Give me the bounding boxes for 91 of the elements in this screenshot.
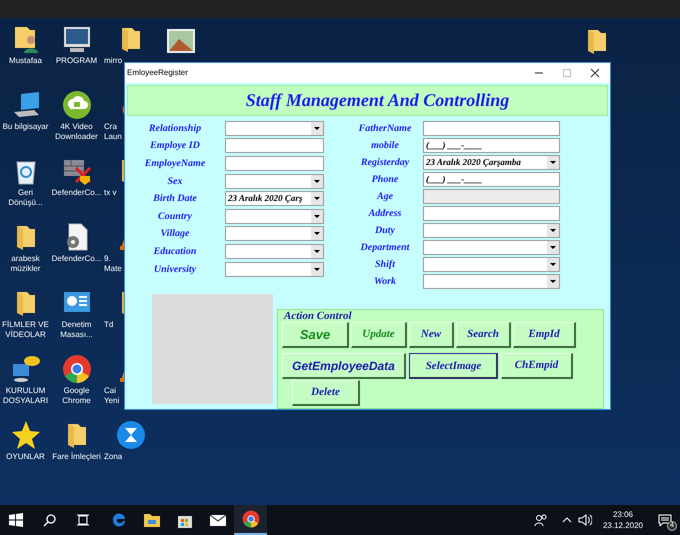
text-field[interactable]	[225, 156, 324, 171]
message-icon	[658, 514, 672, 526]
desktop-icon-label[interactable]: Cra Laun	[104, 122, 128, 142]
group-title: Action Control	[282, 310, 353, 322]
dropdown-field[interactable]	[225, 174, 324, 189]
computer-speech-icon	[10, 354, 40, 384]
field-label: mobile	[371, 139, 399, 153]
desktop-icon-label[interactable]: 9. Mate	[104, 254, 128, 274]
field-label: EmployeName	[144, 156, 206, 171]
desktop-icon-label[interactable]: Google Chrome	[51, 386, 102, 406]
action-button[interactable]: GetEmployeeData	[282, 353, 406, 379]
window-title: EmloyeeRegister	[126, 66, 189, 79]
field-label: Shift	[374, 258, 395, 272]
dropdown-field[interactable]	[423, 274, 560, 289]
star-icon	[10, 420, 40, 450]
people-icon[interactable]	[534, 513, 548, 527]
field-label: Phone	[372, 173, 398, 187]
text-field[interactable]	[225, 138, 324, 154]
monitor-icon	[62, 24, 92, 54]
desktop-icon-label[interactable]: mirro	[104, 56, 122, 66]
dropdown-field[interactable]	[225, 262, 324, 277]
desktop-icon-label[interactable]: PROGRAM	[56, 56, 98, 66]
action-button[interactable]: ChEmpid	[501, 353, 573, 379]
field-label: Duty	[375, 224, 395, 238]
speaker-icon[interactable]	[578, 513, 592, 527]
action-button[interactable]: Delete	[292, 380, 360, 406]
dropdown-field[interactable]	[423, 257, 560, 272]
field-label: Country	[158, 210, 192, 224]
desktop-icon-label[interactable]: KURULUM DOSYALARI	[0, 386, 51, 406]
field-label: FatherName	[358, 122, 412, 136]
task-view-icon[interactable]	[76, 513, 90, 527]
desktop-icon-label[interactable]: OYUNLAR	[6, 452, 45, 462]
desktop-icon-label[interactable]: FİLMLER VE VİDEOLAR	[0, 320, 51, 340]
desktop-icon-label[interactable]: Geri Dönüşü...	[0, 188, 51, 208]
action-button[interactable]: EmpId	[513, 322, 576, 348]
field-label: Employe ID	[150, 139, 200, 154]
field-label: University	[154, 262, 196, 277]
text-field[interactable]: (___) ___-____	[423, 172, 560, 187]
cloud-download-icon	[62, 90, 92, 120]
image-icon	[166, 26, 196, 56]
chrome-icon	[242, 510, 260, 528]
hourglass-icon	[116, 420, 146, 450]
maximize-icon[interactable]	[562, 68, 572, 78]
taskbar-app-button[interactable]	[234, 505, 267, 535]
clock-time[interactable]: 23:06	[612, 509, 634, 520]
field-label: Work	[374, 275, 396, 289]
field-label: Registerday	[360, 156, 410, 170]
dropdown-field[interactable]	[423, 240, 560, 255]
close-icon[interactable]	[590, 68, 600, 78]
field-label: Birth Date	[153, 192, 197, 206]
dropdown-field[interactable]	[423, 223, 560, 238]
desktop-icon-label[interactable]: Bu bilgisayar	[2, 122, 48, 132]
text-field[interactable]: (___) ___-____	[423, 138, 560, 153]
field-label: Department	[360, 241, 410, 255]
dropdown-field[interactable]	[225, 208, 324, 224]
desktop-icon-label[interactable]: Mustafaa	[9, 56, 42, 66]
dropdown-field[interactable]	[225, 120, 324, 136]
action-button[interactable]: SelectImage	[409, 353, 498, 379]
action-button[interactable]: Search	[456, 322, 511, 348]
text-field[interactable]	[423, 206, 560, 221]
field-label: Relationship	[148, 122, 202, 136]
desktop-icon-label[interactable]: arabesk müzikler	[0, 254, 51, 274]
folder-icon	[142, 511, 160, 529]
chrome-icon	[62, 354, 92, 384]
field-label: Address	[368, 207, 402, 221]
desktop-icon-label[interactable]: Td	[104, 320, 114, 330]
desktop-icon-label[interactable]: DefenderCo...	[52, 188, 102, 198]
heading-title: Staff Management And Controlling	[244, 88, 510, 112]
desktop-icon-label[interactable]: tx v	[104, 188, 116, 198]
action-button[interactable]: Update	[351, 322, 407, 348]
desktop-icon-label[interactable]: Fare İmleçleri	[52, 452, 101, 462]
desktop-icon-label[interactable]: DefenderCo...	[52, 254, 102, 264]
field-label: Age	[376, 190, 394, 204]
field-label: Sex	[168, 174, 182, 189]
desktop-icon-label[interactable]: Denetim Masası...	[51, 320, 102, 340]
clock-date[interactable]: 23.12.2020	[602, 520, 644, 531]
windows-logo-icon[interactable]	[9, 513, 23, 527]
caret-up-icon[interactable]	[562, 515, 572, 525]
dropdown-field[interactable]	[225, 244, 324, 259]
dropdown-field[interactable]: 23 Aralık 2020 Çarşamba	[423, 155, 560, 170]
action-button[interactable]: New	[409, 322, 454, 348]
text-field[interactable]	[423, 121, 560, 136]
search-icon[interactable]	[43, 513, 57, 527]
desktop-icon-label[interactable]: 4K Video Downloader	[51, 122, 102, 142]
field-label: Village	[160, 227, 190, 242]
dropdown-field[interactable]	[225, 226, 324, 242]
desktop-icon-label[interactable]: Zona	[104, 452, 122, 462]
dropdown-field[interactable]: 23 Aralık 2020 Çarş	[225, 191, 324, 206]
action-button[interactable]: Save	[282, 322, 349, 348]
field-label: Education	[154, 244, 196, 259]
desktop-icon-label[interactable]: Cai Yeni	[104, 386, 128, 406]
